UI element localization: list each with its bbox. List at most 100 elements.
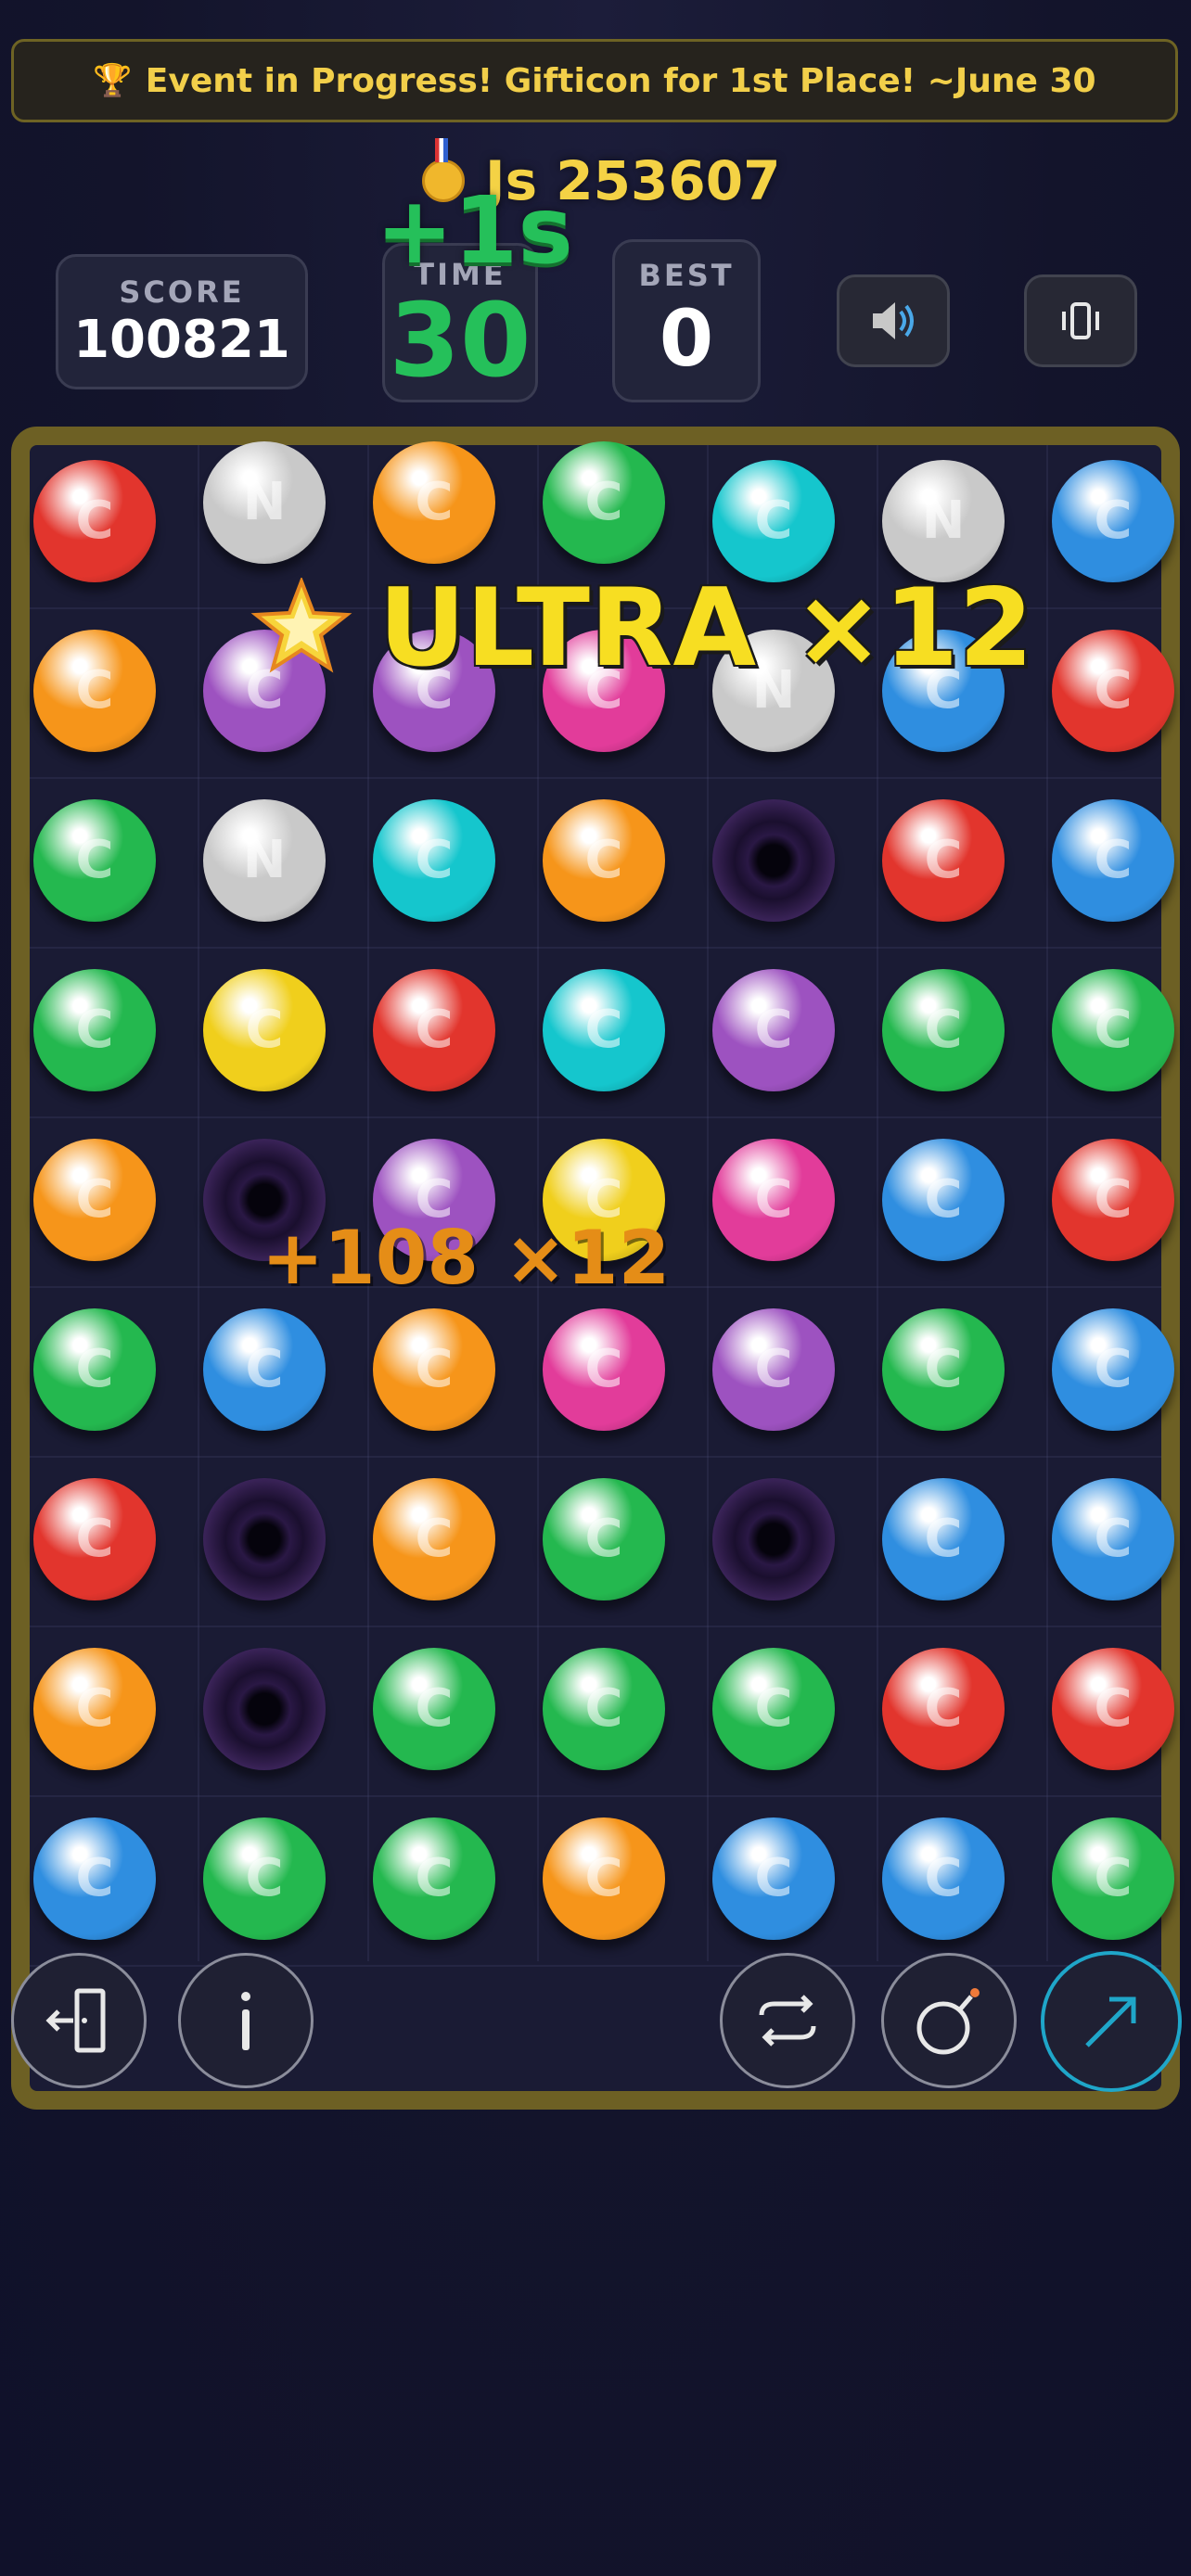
orb-red[interactable]: C: [33, 460, 156, 582]
black-hole-tile[interactable]: C: [203, 1478, 326, 1600]
orb-red[interactable]: C: [33, 1478, 156, 1600]
orb-orange[interactable]: C: [373, 441, 495, 564]
orb-blue[interactable]: C: [1052, 460, 1174, 582]
orb-green[interactable]: C: [543, 1478, 665, 1600]
orb-orange[interactable]: C: [373, 1478, 495, 1600]
orb-green[interactable]: C: [33, 1308, 156, 1431]
coin-glyph-icon: C: [924, 1339, 963, 1399]
orb-silver[interactable]: N: [203, 799, 326, 922]
grid-line: [30, 1965, 1161, 1967]
coin-glyph-icon: C: [1094, 491, 1133, 551]
black-hole-tile[interactable]: C: [712, 799, 835, 922]
orb-orange[interactable]: C: [33, 630, 156, 752]
orb-red[interactable]: C: [882, 1648, 1005, 1770]
grid-line: [198, 445, 199, 1961]
coin-glyph-icon: N: [242, 830, 287, 890]
grid-line: [30, 1795, 1161, 1797]
orb-pink[interactable]: C: [543, 1308, 665, 1431]
orb-green[interactable]: C: [882, 1308, 1005, 1431]
hint-button[interactable]: [1041, 1951, 1182, 2092]
orb-purple[interactable]: C: [712, 969, 835, 1091]
coin-glyph-icon: C: [584, 1339, 623, 1399]
score-box: SCORE 100821: [56, 254, 308, 389]
grid-line: [30, 1456, 1161, 1458]
orb-silver[interactable]: N: [882, 460, 1005, 582]
bomb-button[interactable]: [881, 1953, 1017, 2088]
coin-glyph-icon: C: [75, 1000, 114, 1060]
orb-green[interactable]: C: [33, 969, 156, 1091]
orb-orange[interactable]: C: [543, 1817, 665, 1940]
info-button[interactable]: [178, 1953, 314, 2088]
coin-glyph-icon: C: [415, 1678, 454, 1739]
orb-blue[interactable]: C: [882, 1478, 1005, 1600]
orb-red[interactable]: C: [1052, 1648, 1174, 1770]
exit-icon: [45, 1988, 106, 2053]
orb-blue[interactable]: C: [33, 1817, 156, 1940]
coin-glyph-icon: C: [1094, 660, 1133, 721]
orb-red[interactable]: C: [1052, 1139, 1174, 1261]
orb-green[interactable]: C: [1052, 1817, 1174, 1940]
orb-green[interactable]: C: [1052, 969, 1174, 1091]
coin-glyph-icon: C: [415, 1848, 454, 1908]
best-label: BEST: [638, 258, 735, 293]
trophy-icon: 🏆: [93, 62, 133, 99]
coin-glyph-icon: C: [1094, 1169, 1133, 1230]
best-value: 0: [659, 293, 714, 384]
coin-glyph-icon: C: [75, 1509, 114, 1569]
coin-glyph-icon: C: [924, 1848, 963, 1908]
orb-green[interactable]: C: [373, 1817, 495, 1940]
orb-orange[interactable]: C: [33, 1139, 156, 1261]
orb-cyan[interactable]: C: [373, 799, 495, 922]
black-hole-tile[interactable]: C: [203, 1648, 326, 1770]
combo-banner: ULTRA ×12: [250, 566, 1033, 691]
combo-text: ULTRA ×12: [378, 566, 1034, 691]
orb-pink[interactable]: C: [712, 1139, 835, 1261]
orb-blue[interactable]: C: [1052, 1308, 1174, 1431]
time-value: 30: [389, 281, 531, 400]
orb-blue[interactable]: C: [882, 1139, 1005, 1261]
shuffle-button[interactable]: [720, 1953, 855, 2088]
orb-blue[interactable]: C: [882, 1817, 1005, 1940]
exit-button[interactable]: [11, 1953, 147, 2088]
vibration-toggle-button[interactable]: [1024, 274, 1137, 367]
black-hole-tile[interactable]: C: [712, 1478, 835, 1600]
orb-green[interactable]: C: [373, 1648, 495, 1770]
sound-toggle-button[interactable]: [837, 274, 950, 367]
orb-silver[interactable]: N: [203, 441, 326, 564]
orb-green[interactable]: C: [543, 441, 665, 564]
orb-yellow[interactable]: C: [203, 969, 326, 1091]
coin-glyph-icon: C: [245, 1000, 284, 1060]
coin-glyph-icon: C: [415, 830, 454, 890]
coin-glyph-icon: C: [924, 830, 963, 890]
orb-blue[interactable]: C: [1052, 1478, 1174, 1600]
orb-green[interactable]: C: [712, 1648, 835, 1770]
orb-blue[interactable]: C: [712, 1817, 835, 1940]
orb-orange[interactable]: C: [373, 1308, 495, 1431]
orb-orange[interactable]: C: [33, 1648, 156, 1770]
orb-red[interactable]: C: [1052, 630, 1174, 752]
orb-purple[interactable]: C: [712, 1308, 835, 1431]
orb-cyan[interactable]: C: [543, 969, 665, 1091]
time-bonus-popup: +1s: [376, 176, 573, 285]
event-banner[interactable]: 🏆 Event in Progress! Gifticon for 1st Pl…: [11, 39, 1178, 122]
orb-cyan[interactable]: C: [712, 460, 835, 582]
orb-red[interactable]: C: [373, 969, 495, 1091]
coin-glyph-icon: N: [921, 491, 966, 551]
orb-blue[interactable]: C: [1052, 799, 1174, 922]
coin-glyph-icon: C: [415, 1509, 454, 1569]
orb-red[interactable]: C: [882, 799, 1005, 922]
coin-glyph-icon: C: [584, 830, 623, 890]
orb-green[interactable]: C: [882, 969, 1005, 1091]
orb-orange[interactable]: C: [543, 799, 665, 922]
coin-glyph-icon: C: [1094, 1678, 1133, 1739]
coin-glyph-icon: C: [415, 1000, 454, 1060]
orb-green[interactable]: C: [33, 799, 156, 922]
orb-blue[interactable]: C: [203, 1308, 326, 1431]
best-box: BEST 0: [612, 239, 761, 402]
coin-glyph-icon: C: [584, 1848, 623, 1908]
info-icon: [241, 1992, 250, 2050]
coin-glyph-icon: C: [754, 1848, 793, 1908]
coin-glyph-icon: C: [415, 1339, 454, 1399]
orb-green[interactable]: C: [203, 1817, 326, 1940]
orb-green[interactable]: C: [543, 1648, 665, 1770]
